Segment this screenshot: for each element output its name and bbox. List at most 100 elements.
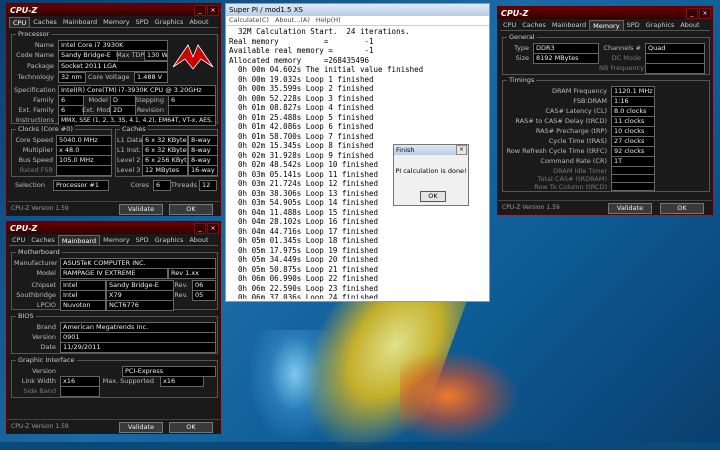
tab-caches[interactable]: Caches [28, 235, 58, 245]
close-button[interactable]: × [207, 222, 219, 234]
tab-spd[interactable]: SPD [133, 235, 152, 245]
dram-freq-label: DRAM Frequency [552, 87, 607, 95]
trp-label: RAS# Precharge (tRP) [535, 127, 607, 135]
wallpaper-glow-orange [400, 350, 520, 442]
menu-help[interactable]: Help(H) [316, 16, 341, 25]
dialog-title: Finish [396, 146, 415, 154]
processor-group: Processor Name Intel Core i7 3930K Code … [11, 30, 218, 126]
bios-group: BIOS Brand American Megatrends Inc. Vers… [11, 312, 218, 354]
titlebar[interactable]: Super PI / mod1.5 XS [226, 4, 489, 16]
model-label: Model [36, 269, 56, 277]
dialog-message: PI calculation is done! [395, 167, 467, 175]
log-line: Allocated memory =268435496 [229, 55, 369, 65]
size-value: 8192 MBytes [533, 53, 599, 64]
command-rate-label: Command Rate (CR) [540, 157, 607, 165]
ok-button[interactable]: OK [169, 422, 213, 433]
group-label: BIOS [16, 312, 36, 320]
busspeed-label: Bus Speed [18, 156, 53, 164]
family-label: Family [33, 96, 54, 104]
window-title: CPU-Z [10, 5, 38, 15]
extmodel-label: Ext. Model [82, 106, 117, 114]
log-line: 0h 00m 35.599s Loop 2 finished [229, 84, 374, 93]
l3-value: 12 MBytes [142, 165, 188, 176]
ratedfsb-value [56, 165, 112, 176]
dialog-titlebar[interactable]: Finish × [394, 145, 468, 155]
minimize-button[interactable]: _ [194, 222, 206, 234]
fsb-dram-label: FSB:DRAM [573, 97, 607, 105]
multiplier-label: Multiplier [22, 146, 53, 154]
size-label: Size [515, 54, 529, 62]
close-icon[interactable]: × [456, 145, 467, 155]
group-label: Motherboard [16, 248, 62, 256]
log-line: 0h 00m 52.228s Loop 3 finished [229, 93, 374, 103]
group-label: Caches [120, 125, 148, 133]
chipset-label: Chipset [31, 281, 56, 289]
tab-about[interactable]: About [186, 235, 211, 245]
menu-about[interactable]: About...(A) [275, 16, 310, 25]
log-line: 0h 06m 06.990s Loop 22 finished [229, 274, 379, 283]
tab-caches[interactable]: Caches [519, 20, 549, 30]
menu-calculate[interactable]: Calculate(C) [229, 16, 269, 25]
general-group: General Type DDR3 Channels # Quad Size 8… [502, 33, 710, 75]
manufacturer-label: Manufacturer [14, 259, 58, 267]
tab-spd[interactable]: SPD [133, 17, 152, 27]
tab-cpu[interactable]: CPU [9, 17, 31, 27]
cpuz-cpu-window: CPU-Z _ × CPU Caches Mainboard Memory SPD… [6, 3, 221, 216]
codename-label: Code Name [16, 51, 54, 59]
tab-mainboard[interactable]: Mainboard [57, 235, 101, 245]
window-title: Super PI / mod1.5 XS [229, 6, 303, 14]
tab-cpu[interactable]: CPU [500, 20, 519, 30]
maxtdp-value: 130 W [144, 50, 168, 61]
tab-memory[interactable]: Memory [100, 235, 132, 245]
tab-memory[interactable]: Memory [589, 20, 624, 30]
gi-version-label: Version [32, 367, 56, 375]
tab-spd[interactable]: SPD [624, 20, 643, 30]
l3-label: Level 3 [117, 166, 141, 174]
l2-label: Level 2 [117, 156, 141, 164]
stepping-label: Stepping [135, 96, 164, 104]
tab-mainboard[interactable]: Mainboard [60, 17, 100, 27]
ok-button[interactable]: OK [169, 204, 213, 215]
version-label: CPU-Z Version 1.59 [502, 204, 560, 211]
voltage-label: Core Voltage [88, 73, 130, 81]
sideband-value [60, 386, 100, 397]
finish-dialog: Finish × PI calculation is done! OK [393, 144, 469, 206]
l1i-label: L1 Inst. [117, 146, 141, 154]
log-line: 0h 00m 19.032s Loop 1 finished [229, 74, 374, 84]
cas-latency-label: CAS# Latency (CL) [545, 107, 607, 115]
ratedfsb-label: Rated FSB [19, 166, 53, 174]
processor-select[interactable]: Processor #1 [53, 180, 109, 191]
tab-mainboard[interactable]: Mainboard [549, 20, 589, 30]
dialog-ok-button[interactable]: OK [420, 191, 446, 202]
tab-memory[interactable]: Memory [100, 17, 132, 27]
tab-bar: CPU Caches Mainboard Memory SPD Graphics… [9, 17, 218, 28]
validate-button[interactable]: Validate [119, 204, 163, 215]
log-line: 0h 04m 11.488s Loop 15 finished [229, 207, 379, 217]
tab-graphics[interactable]: Graphics [152, 235, 187, 245]
titlebar[interactable]: CPU-Z _ × [7, 4, 220, 16]
bios-date-value: 11/29/2011 [60, 342, 216, 353]
log-line: 0h 00m 04.602s The initial value finishe… [229, 65, 424, 74]
log-line: 0h 05m 01.345s Loop 18 finished [229, 236, 379, 245]
tab-cpu[interactable]: CPU [9, 235, 28, 245]
minimize-button[interactable]: _ [194, 4, 206, 16]
trfc-label: Row Refresh Cycle Time (tRFC) [506, 147, 607, 155]
maxsupported-label: Max. Supported [102, 377, 154, 385]
titlebar[interactable]: CPU-Z _ × [498, 7, 712, 19]
close-button[interactable]: × [207, 4, 219, 16]
minimize-button[interactable]: _ [686, 7, 698, 19]
log-line: 0h 04m 44.716s Loop 17 finished [229, 226, 379, 236]
tab-graphics[interactable]: Graphics [643, 20, 678, 30]
tab-caches[interactable]: Caches [30, 17, 60, 27]
close-button[interactable]: × [699, 7, 711, 19]
validate-button[interactable]: Validate [119, 422, 163, 433]
row-to-column-value [611, 182, 655, 191]
ok-button[interactable]: OK [660, 203, 704, 214]
codename-value: Sandy Bridge-E [58, 50, 118, 61]
tab-about[interactable]: About [186, 17, 211, 27]
titlebar[interactable]: CPU-Z _ × [7, 222, 220, 234]
validate-button[interactable]: Validate [608, 203, 652, 214]
tab-graphics[interactable]: Graphics [152, 17, 187, 27]
lpcio-label: LPCIO [36, 301, 56, 309]
tab-about[interactable]: About [677, 20, 702, 30]
